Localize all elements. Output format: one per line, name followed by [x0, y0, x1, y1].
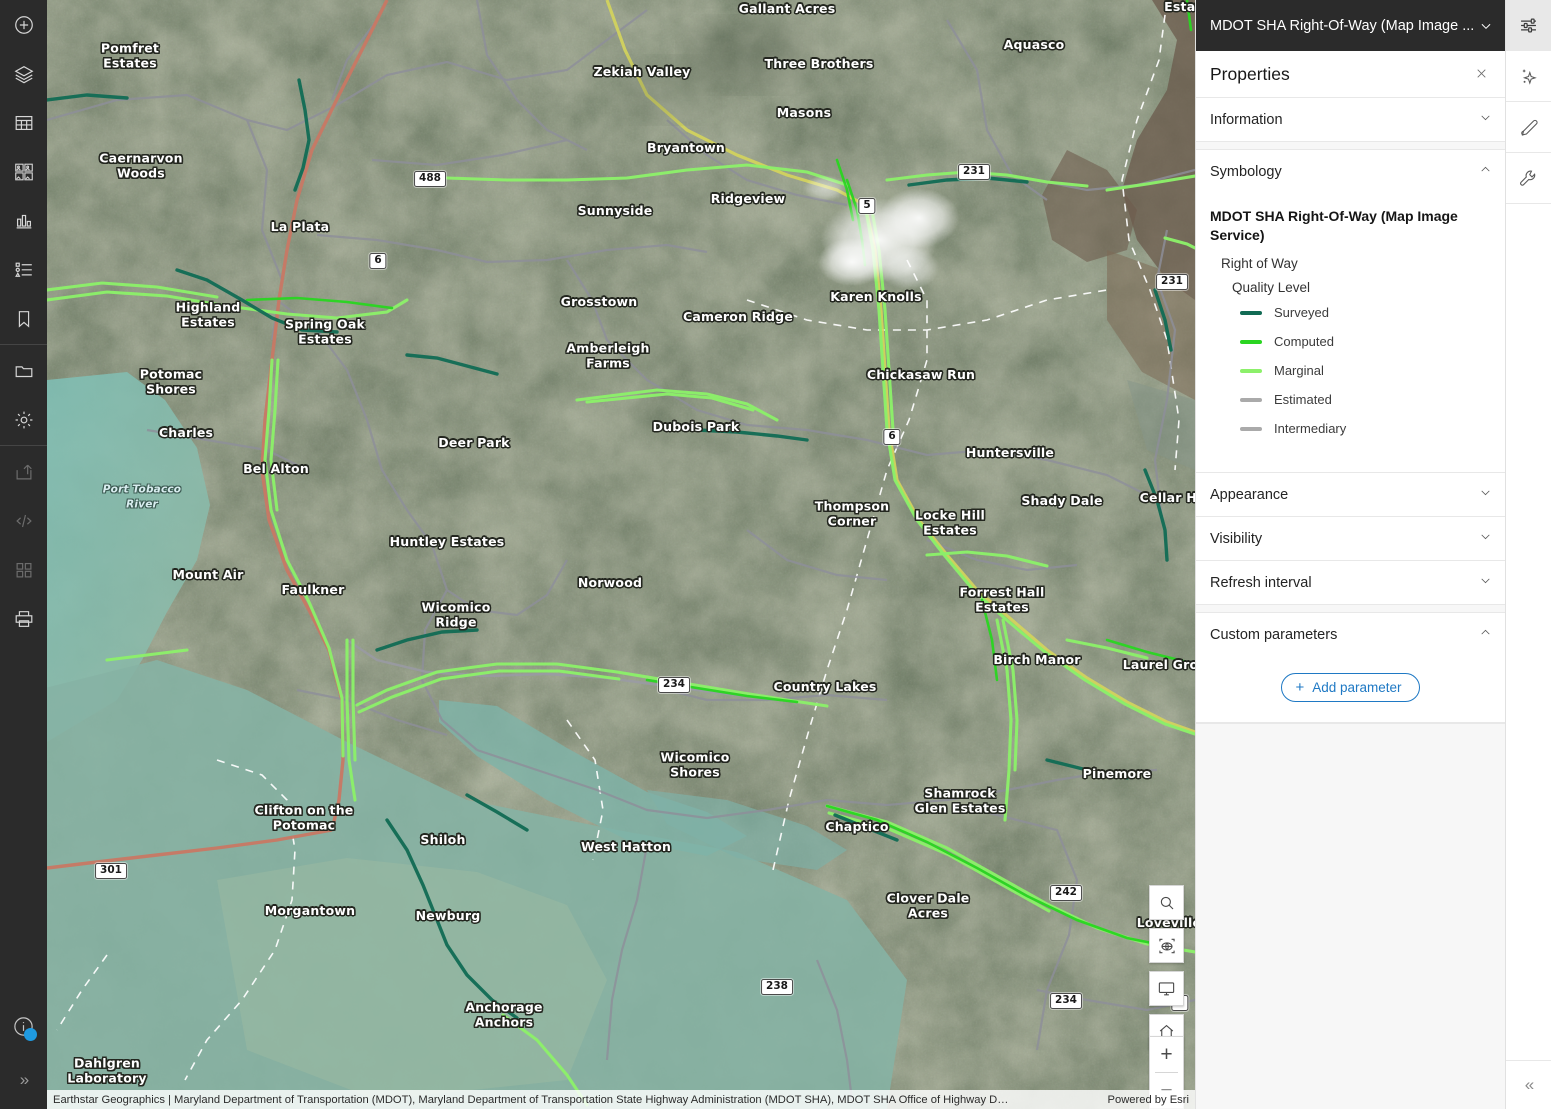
- section-appearance-header[interactable]: Appearance: [1196, 473, 1505, 516]
- symbology-body: MDOT SHA Right-Of-Way (Map Image Service…: [1196, 193, 1505, 472]
- section-gap-2: [1196, 605, 1505, 613]
- section-appearance-label: Appearance: [1210, 487, 1479, 503]
- section-custom-parameters-header[interactable]: Custom parameters: [1196, 613, 1505, 656]
- screen-icon[interactable]: [1149, 971, 1184, 1006]
- right-toolbar: «: [1505, 0, 1551, 1109]
- chevron-down-icon[interactable]: [1479, 19, 1493, 33]
- table-icon[interactable]: [0, 98, 47, 147]
- attribution-text: Earthstar Geographics | Maryland Departm…: [53, 1094, 1096, 1106]
- collapse-chevrons-label: «: [1525, 1075, 1532, 1095]
- add-data-icon[interactable]: [0, 0, 47, 49]
- panel-header: Properties: [1196, 51, 1505, 98]
- layers-icon[interactable]: [0, 49, 47, 98]
- legend-label: Surveyed: [1274, 305, 1329, 320]
- section-information-header[interactable]: Information: [1196, 98, 1505, 141]
- info-badge: [24, 1028, 37, 1041]
- legend-label: Estimated: [1274, 392, 1332, 407]
- search-icon[interactable]: [1149, 885, 1184, 920]
- powered-by-esri: Powered by Esri: [1096, 1094, 1189, 1106]
- page-title: Properties: [1210, 64, 1471, 85]
- print-icon[interactable]: [0, 594, 47, 643]
- zoom-in-button[interactable]: +: [1150, 1037, 1183, 1072]
- section-visibility-label: Visibility: [1210, 531, 1479, 547]
- chevron-up-icon[interactable]: [1479, 626, 1492, 644]
- legend-swatch: [1240, 369, 1262, 373]
- sliders-icon[interactable]: [1506, 0, 1551, 51]
- section-custom-parameters: Custom parameters + Add parameter: [1196, 613, 1505, 723]
- rail-divider-2: [0, 445, 47, 446]
- legend-label: Intermediary: [1274, 421, 1346, 436]
- share-icon[interactable]: [0, 447, 47, 496]
- legend-row: Computed: [1240, 334, 1489, 349]
- properties-panel: MDOT SHA Right-Of-Way (Map Image ... Pro…: [1195, 0, 1505, 1109]
- chevron-up-icon[interactable]: [1479, 163, 1492, 181]
- close-icon[interactable]: [1471, 62, 1492, 87]
- chevron-down-icon[interactable]: [1479, 574, 1492, 592]
- section-custom-parameters-label: Custom parameters: [1210, 627, 1479, 643]
- symbology-legend: Surveyed Computed Marginal Estimated Interme…: [1210, 305, 1489, 436]
- basemap-globe-icon[interactable]: [1149, 928, 1184, 963]
- symbology-field-label: Quality Level: [1232, 280, 1489, 295]
- legend-row: Marginal: [1240, 363, 1489, 378]
- section-visibility-header[interactable]: Visibility: [1196, 517, 1505, 560]
- section-refresh-interval-header[interactable]: Refresh interval: [1196, 561, 1505, 604]
- basemap-icon[interactable]: [0, 147, 47, 196]
- expand-chevrons-label: »: [20, 1070, 27, 1090]
- section-refresh-interval-label: Refresh interval: [1210, 575, 1479, 591]
- embed-code-icon[interactable]: [0, 496, 47, 545]
- section-visibility: Visibility: [1196, 517, 1505, 561]
- add-parameter-button[interactable]: + Add parameter: [1281, 673, 1419, 702]
- section-gap-1: [1196, 142, 1505, 150]
- section-symbology-header[interactable]: Symbology: [1196, 150, 1505, 193]
- section-information-label: Information: [1210, 112, 1479, 128]
- section-information: Information: [1196, 98, 1505, 142]
- symbology-layer-name: MDOT SHA Right-Of-Way (Map Image Service…: [1210, 207, 1489, 244]
- legend-swatch: [1240, 398, 1262, 402]
- map-view[interactable]: Pomfret EstatesCaernarvon WoodsLa PlataH…: [47, 0, 1195, 1109]
- legend-swatch: [1240, 311, 1262, 315]
- left-toolbar: »: [0, 0, 47, 1109]
- wrench-icon[interactable]: [1506, 153, 1551, 204]
- symbology-group-label: Right of Way: [1221, 256, 1489, 271]
- legend-icon[interactable]: [0, 245, 47, 294]
- section-symbology: Symbology MDOT SHA Right-Of-Way (Map Ima…: [1196, 150, 1505, 473]
- apps-icon[interactable]: [0, 545, 47, 594]
- chevron-down-icon[interactable]: [1479, 530, 1492, 548]
- pencil-icon[interactable]: [1506, 102, 1551, 153]
- section-appearance: Appearance: [1196, 473, 1505, 517]
- folder-icon[interactable]: [0, 346, 47, 395]
- legend-label: Computed: [1274, 334, 1334, 349]
- arcgis-map-viewer: »: [0, 0, 1551, 1109]
- sparkle-icon[interactable]: [1506, 51, 1551, 102]
- panel-titlebar[interactable]: MDOT SHA Right-Of-Way (Map Image ...: [1196, 0, 1505, 51]
- collapse-chevrons-icon[interactable]: «: [1506, 1060, 1551, 1109]
- legend-label: Marginal: [1274, 363, 1324, 378]
- legend-row: Surveyed: [1240, 305, 1489, 320]
- legend-row: Intermediary: [1240, 421, 1489, 436]
- legend-swatch: [1240, 427, 1262, 431]
- rail-divider-1: [0, 344, 47, 345]
- expand-chevrons-icon[interactable]: »: [0, 1051, 47, 1109]
- info-icon[interactable]: [0, 1002, 47, 1051]
- map-imagery: [47, 0, 1195, 1109]
- legend-row: Estimated: [1240, 392, 1489, 407]
- legend-swatch: [1240, 340, 1262, 344]
- add-parameter-label: Add parameter: [1312, 680, 1401, 695]
- panel-layer-title: MDOT SHA Right-Of-Way (Map Image ...: [1210, 18, 1479, 34]
- chevron-down-icon[interactable]: [1479, 111, 1492, 129]
- chevron-down-icon[interactable]: [1479, 486, 1492, 504]
- map-tools: [1149, 885, 1184, 1049]
- gear-icon[interactable]: [0, 395, 47, 444]
- plus-icon: +: [1295, 680, 1304, 695]
- section-refresh-interval: Refresh interval: [1196, 561, 1505, 605]
- panel-filler: [1196, 723, 1505, 1109]
- add-parameter-wrap: + Add parameter: [1196, 656, 1505, 722]
- charts-icon[interactable]: [0, 196, 47, 245]
- bookmarks-icon[interactable]: [0, 294, 47, 343]
- section-symbology-label: Symbology: [1210, 164, 1479, 180]
- attribution-bar: Earthstar Geographics | Maryland Departm…: [47, 1090, 1195, 1109]
